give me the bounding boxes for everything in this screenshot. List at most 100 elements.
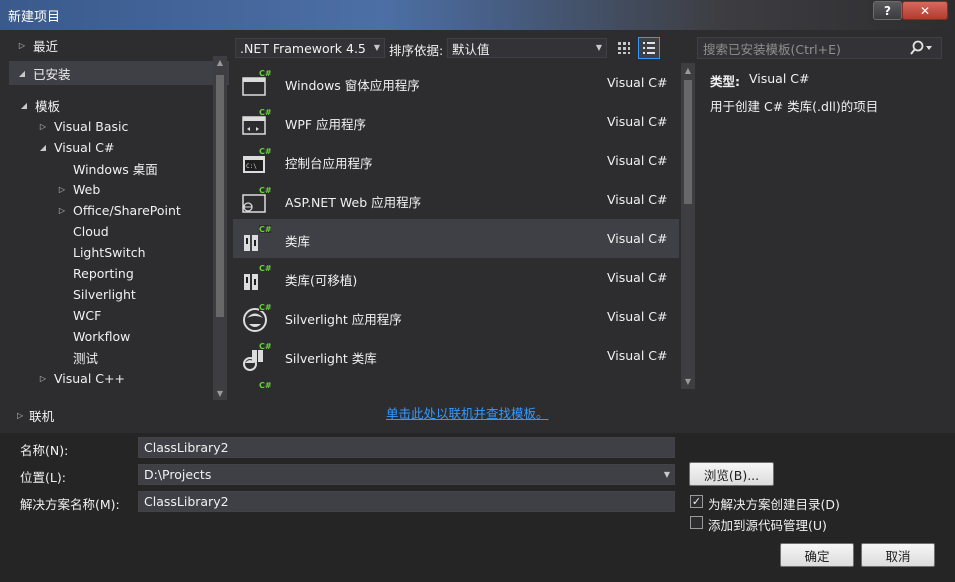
tree-item[interactable]: ▷ Visual Basic [9, 116, 221, 136]
expand-arrow-icon: ▷ [17, 410, 24, 420]
search-icon[interactable] [909, 40, 933, 59]
create-directory-checkbox[interactable]: ✓ [690, 495, 703, 508]
cancel-button[interactable]: 取消 [861, 543, 935, 567]
template-row[interactable]: C:\ C# 控制台应用程序 Visual C# [233, 141, 679, 180]
tree-item[interactable]: ▷ Visual C++ [9, 368, 221, 388]
chevron-down-icon[interactable]: ▼ [664, 470, 670, 479]
window-title: 新建项目 [8, 10, 61, 25]
template-language: Visual C# [607, 309, 668, 324]
location-combobox[interactable]: D:\Projects ▼ [138, 464, 675, 485]
tree-item[interactable]: 测试 [9, 347, 221, 367]
template-language: Visual C# [607, 192, 668, 207]
template-row[interactable]: C# Silverlight 应用程序 Visual C# [233, 297, 679, 336]
section-recent[interactable]: ▷ 最近 [9, 33, 229, 57]
tree-item-label: Visual C++ [54, 370, 125, 386]
check-mark-icon: ✓ [691, 495, 702, 508]
silverlight-app-icon: C# [241, 303, 272, 333]
tree-item-label: Windows 桌面 [73, 161, 158, 177]
template-name: WPF 应用程序 [285, 117, 367, 132]
aspnet-web-icon: C# [241, 186, 272, 216]
tree-item-label: Workflow [73, 328, 131, 344]
portable-library-icon: C# [241, 264, 272, 294]
tree-item[interactable]: ▷ Web [9, 179, 221, 199]
scroll-down-arrow-icon[interactable]: ▼ [213, 389, 227, 398]
wpf-app-icon: C# [241, 108, 272, 138]
tree-item[interactable]: Silverlight [9, 284, 221, 304]
template-row[interactable]: C# ASP.NET Web 应用程序 Visual C# [233, 180, 679, 219]
list-view-icon [643, 42, 655, 54]
template-row[interactable]: C# 类库(可移植) Visual C# [233, 258, 679, 297]
tree-item[interactable]: Reporting [9, 263, 221, 283]
template-search-input[interactable]: 搜索已安装模板(Ctrl+E) [697, 37, 942, 59]
browse-button[interactable]: 浏览(B)... [689, 462, 774, 486]
source-control-checkbox[interactable] [690, 516, 703, 529]
create-directory-label: 为解决方案创建目录(D) [708, 497, 840, 512]
chevron-down-icon: ▼ [373, 43, 380, 52]
tree-item-label: 测试 [73, 350, 99, 366]
section-online[interactable]: ▷ 联机 [9, 404, 54, 426]
help-button[interactable]: ? [873, 1, 902, 20]
tree-item[interactable]: WCF [9, 305, 221, 325]
scroll-up-arrow-icon[interactable]: ▲ [213, 58, 227, 67]
location-label: 位置(L): [20, 470, 66, 485]
template-language: Visual C# [607, 270, 668, 285]
list-view-button[interactable] [638, 37, 660, 59]
expand-arrow-icon: ▷ [18, 40, 26, 50]
scroll-down-arrow-icon[interactable]: ▼ [681, 377, 695, 386]
tree-item-templates[interactable]: ◢ 模板 [9, 95, 221, 115]
scroll-up-arrow-icon[interactable]: ▲ [681, 66, 695, 75]
detail-type-label: 类型: [710, 74, 740, 89]
sort-select[interactable]: 默认值 ▼ [447, 38, 607, 58]
template-list: C# Windows 窗体应用程序 Visual C# C# WPF 应用程序 Visua… [233, 63, 679, 393]
detail-description: 用于创建 C# 类库(.dll)的项目 [710, 99, 879, 114]
template-language: Visual C# [607, 153, 668, 168]
source-control-label: 添加到源代码管理(U) [708, 518, 827, 533]
chevron-down-icon: ▼ [595, 43, 602, 52]
solution-name-input[interactable]: ClassLibrary2 [138, 491, 675, 512]
name-label: 名称(N): [20, 443, 69, 458]
tree-item[interactable]: ▷ Office/SharePoint [9, 200, 221, 220]
template-detail-panel: 类型: Visual C# 用于创建 C# 类库(.dll)的项目 [697, 63, 942, 393]
section-installed[interactable]: ◢ 已安装 [9, 61, 229, 85]
close-button[interactable]: ✕ [902, 1, 948, 20]
class-library-icon: C# [241, 225, 272, 255]
template-name: Silverlight 类库 [285, 351, 377, 366]
section-online-label: 联机 [29, 408, 55, 424]
category-scrollbar-thumb[interactable] [216, 75, 224, 317]
template-row[interactable]: C# Silverlight 类库 Visual C# [233, 336, 679, 375]
tree-item[interactable]: ◢ Visual C# [9, 137, 221, 157]
template-row[interactable]: C# WPF 应用程序 Visual C# [233, 102, 679, 141]
small-icons-view-button[interactable] [614, 38, 634, 58]
framework-select[interactable]: .NET Framework 4.5 ▼ [235, 38, 385, 58]
tree-item[interactable]: LightSwitch [9, 242, 221, 262]
template-row[interactable]: C# 类库 Visual C# [233, 219, 679, 258]
console-app-icon: C:\ C# [241, 147, 272, 177]
sort-value: 默认值 [452, 41, 490, 57]
svg-text:C#: C# [259, 381, 271, 390]
svg-text:C#: C# [259, 108, 271, 117]
project-name-input[interactable]: ClassLibrary2 [138, 437, 675, 458]
template-list-scrollbar-thumb[interactable] [684, 80, 692, 204]
project-name-value: ClassLibrary2 [144, 440, 229, 455]
project-settings-form: 名称(N): ClassLibrary2 位置(L): D:\Projects … [0, 433, 955, 582]
tree-item[interactable]: Workflow [9, 326, 221, 346]
tree-item-label: Web [73, 181, 101, 197]
template-name: 类库(可移植) [285, 273, 358, 288]
svg-text:C#: C# [259, 264, 271, 273]
silverlight-library-icon: C# [241, 342, 272, 372]
svg-text:C#: C# [259, 225, 271, 234]
svg-text:C#: C# [259, 303, 271, 312]
svg-text:C#: C# [259, 342, 271, 351]
template-row[interactable]: C# Windows 窗体应用程序 Visual C# [233, 63, 679, 102]
windows-form-icon: C# [241, 69, 272, 99]
tree-item-label: Visual Basic [54, 118, 129, 134]
tree-item[interactable]: Cloud [9, 221, 221, 241]
ok-button[interactable]: 确定 [780, 543, 854, 567]
template-row-partial[interactable]: C# [233, 375, 679, 393]
location-value: D:\Projects [144, 467, 212, 482]
online-templates-link[interactable]: 单击此处以联机并查找模板。 [386, 403, 549, 422]
tree-item-label: Reporting [73, 265, 134, 281]
tree-item[interactable]: Windows 桌面 [9, 158, 221, 178]
tree-item-label: WCF [73, 307, 102, 323]
detail-type-value: Visual C# [749, 71, 810, 86]
